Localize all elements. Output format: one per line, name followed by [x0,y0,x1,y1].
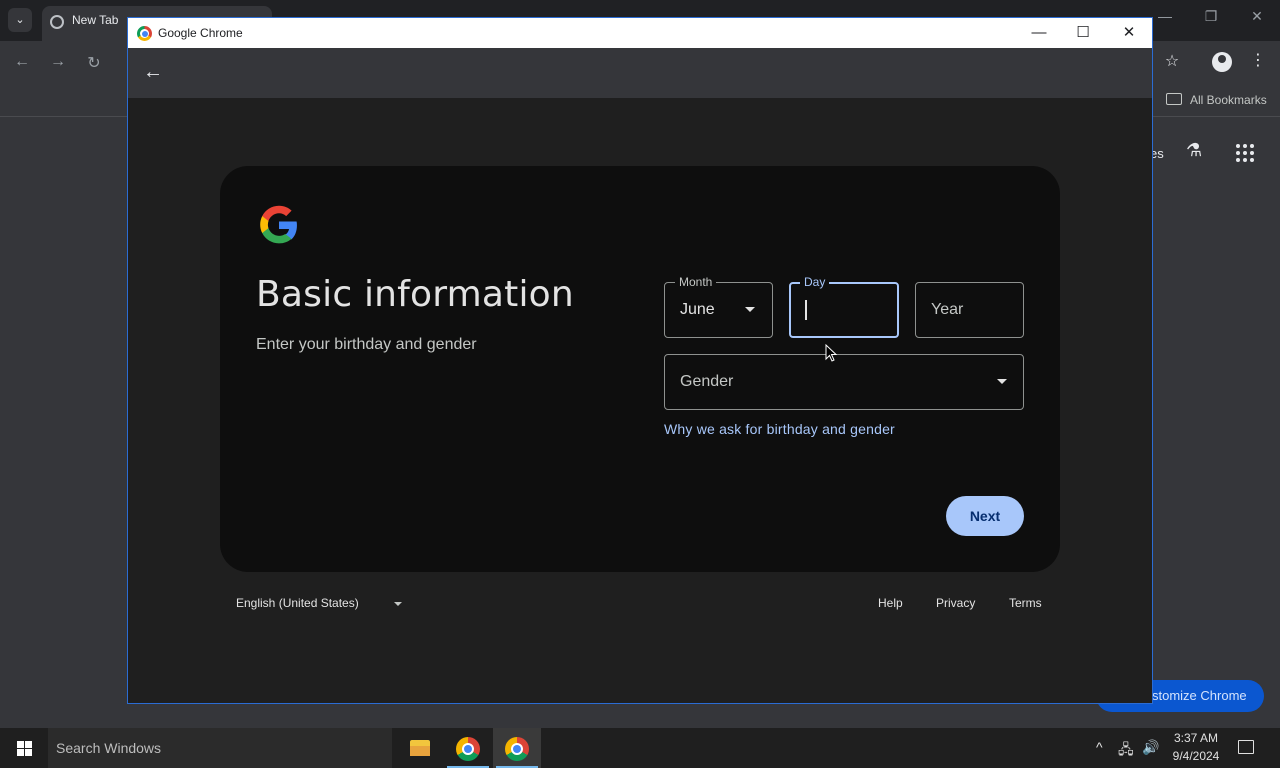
google-logo-icon [260,205,297,244]
clock-time[interactable]: 3:37 AM [1172,731,1220,745]
popup-toolbar: ← [128,48,1152,98]
gender-select[interactable]: Gender [664,354,1024,410]
mouse-pointer-icon [825,344,837,362]
help-link[interactable]: Help [878,596,903,610]
notification-center-icon[interactable] [1238,740,1254,754]
chrome-icon [456,737,480,761]
chrome-menu-icon[interactable]: ⋮ [1250,50,1266,70]
all-bookmarks-button[interactable]: All Bookmarks [1190,93,1267,107]
windows-taskbar: Search Windows ^ 🖧 🔊 3:37 AM 9/4/2024 [0,728,1280,768]
why-we-ask-link[interactable]: Why we ask for birthday and gender [664,421,895,437]
tab-search-button[interactable]: ⌄ [8,8,32,32]
back-arrow-icon[interactable]: ← [10,53,34,71]
background-close-button[interactable]: ✕ [1242,8,1272,25]
popup-minimize-button[interactable]: — [1016,18,1062,48]
popup-page: Basic information Enter your birthday an… [128,98,1152,703]
popup-title-bar: Google Chrome — ☐ ✕ [128,18,1152,48]
background-tab-title: New Tab [72,13,119,27]
background-minimize-button[interactable]: — [1150,8,1180,24]
dropdown-caret-icon [997,379,1007,384]
year-placeholder: Year [931,301,964,318]
year-input[interactable]: Year [915,282,1024,338]
background-restore-button[interactable]: ❐ [1196,8,1226,25]
volume-icon[interactable]: 🔊 [1142,739,1159,756]
bookmark-star-icon[interactable]: ☆ [1160,51,1184,71]
clock-date[interactable]: 9/4/2024 [1168,749,1224,763]
chrome-logo-icon [137,26,152,41]
reload-icon[interactable]: ↻ [82,53,106,73]
network-icon[interactable]: 🖧 [1118,739,1134,763]
windows-logo-icon [17,741,32,756]
taskbar-chrome[interactable] [493,728,541,768]
language-select[interactable]: English (United States) [236,596,359,610]
start-button[interactable] [0,728,48,768]
popup-maximize-button[interactable]: ☐ [1060,18,1106,48]
month-value: June [680,301,715,318]
taskbar-file-explorer[interactable] [395,728,443,768]
profile-avatar-icon[interactable] [1212,52,1232,72]
text-cursor [805,300,807,320]
page-subtitle: Enter your birthday and gender [256,336,477,353]
popup-title: Google Chrome [158,26,243,40]
google-apps-icon[interactable] [1236,144,1254,162]
tray-chevron-icon[interactable]: ^ [1096,739,1103,755]
gender-placeholder: Gender [680,373,734,390]
taskbar-search-box[interactable]: Search Windows [48,728,392,768]
dropdown-caret-icon [745,307,755,312]
file-explorer-icon [410,740,430,756]
taskbar-chrome-profile[interactable] [444,728,492,768]
search-placeholder: Search Windows [56,740,162,756]
forward-arrow-icon[interactable]: → [46,53,70,71]
basic-information-card: Basic information Enter your birthday an… [220,166,1060,572]
chrome-favicon-icon [50,15,64,29]
terms-link[interactable]: Terms [1009,596,1042,610]
chrome-icon [505,737,529,761]
day-label: Day [800,275,830,289]
popup-close-button[interactable]: ✕ [1106,18,1152,48]
page-title: Basic information [256,274,574,315]
privacy-link[interactable]: Privacy [936,596,975,610]
sign-in-popup-window: Google Chrome — ☐ ✕ ← Basic information … [127,17,1153,704]
day-input[interactable]: Day [789,275,899,338]
month-select[interactable]: Month June [664,275,773,338]
labs-flask-icon[interactable]: ⚗ [1186,140,1202,161]
month-label: Month [675,275,717,289]
back-arrow-icon[interactable]: ← [142,61,164,84]
next-button[interactable]: Next [946,496,1024,536]
dropdown-caret-icon [394,602,402,606]
folder-icon [1166,93,1182,105]
